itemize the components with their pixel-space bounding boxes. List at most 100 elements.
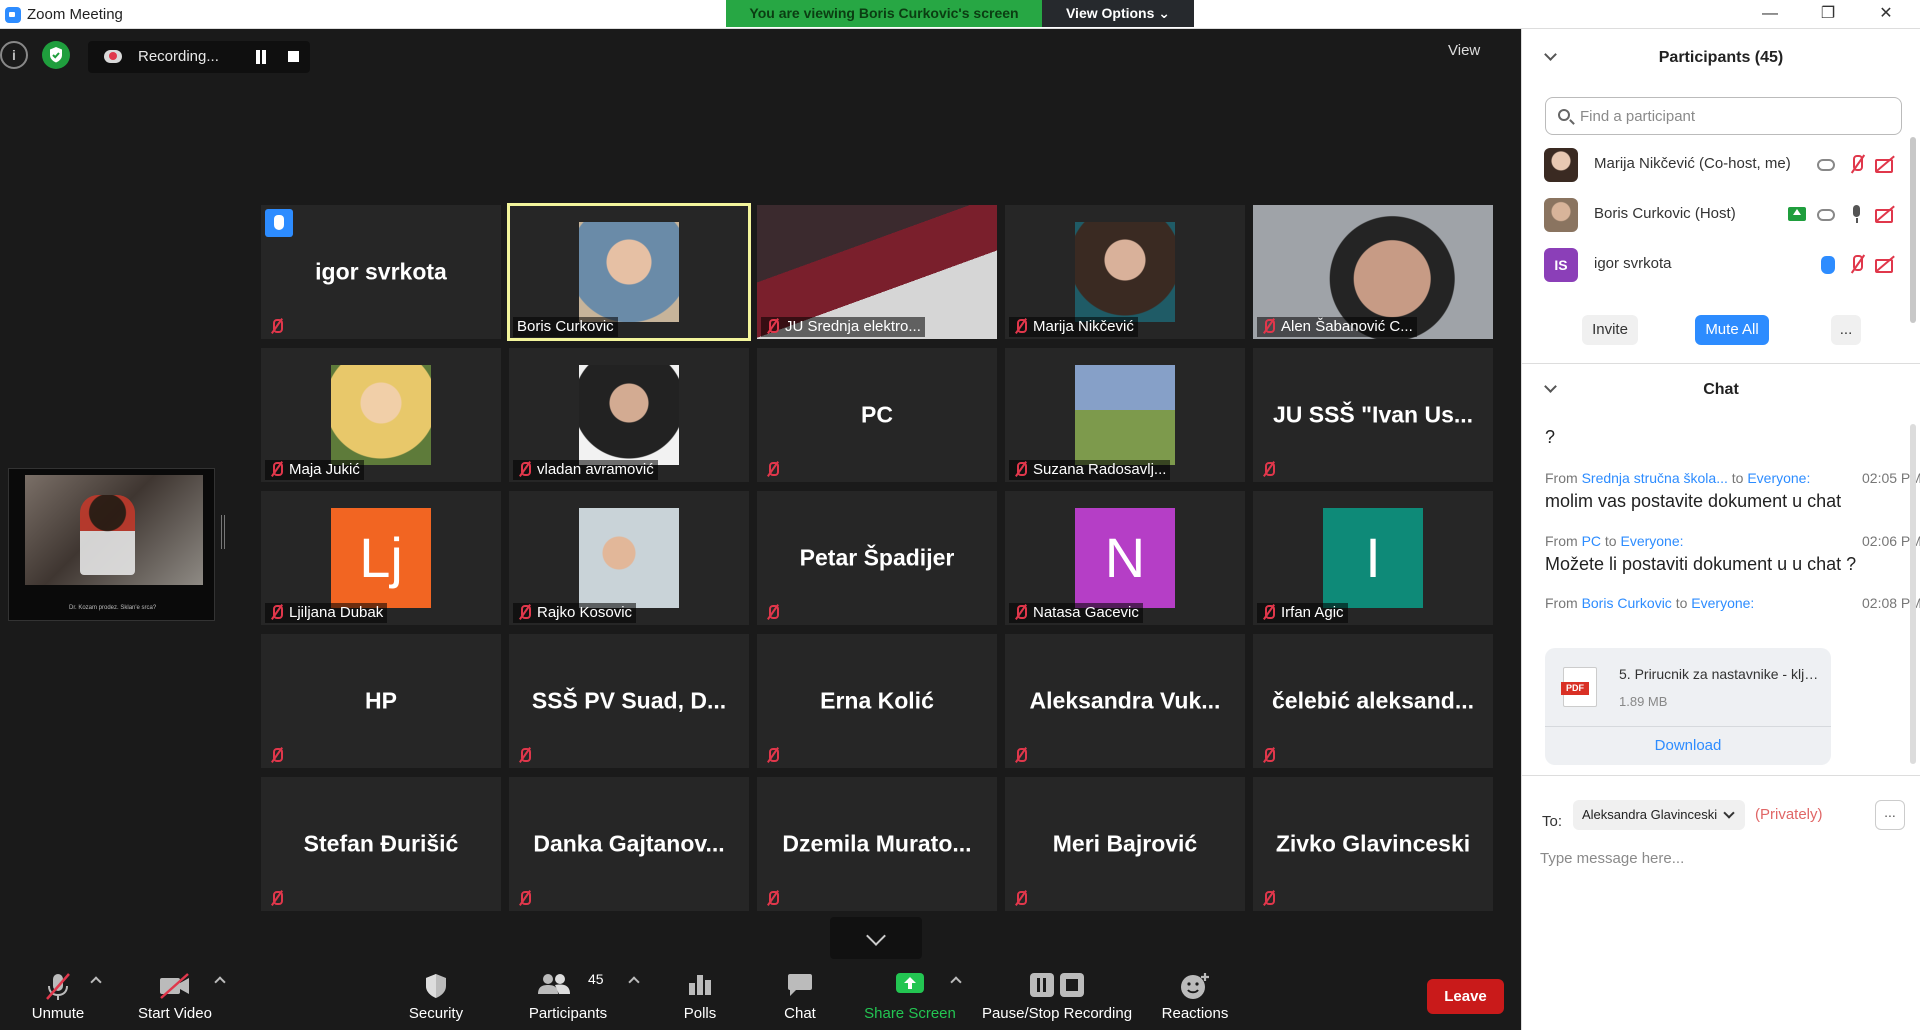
to-label: to [1731,470,1744,486]
participants-options-caret-icon[interactable] [628,976,640,988]
security-button[interactable]: Security [400,960,472,1030]
chat-button[interactable]: Chat [765,960,835,1030]
participant-search-input[interactable] [1580,106,1880,126]
close-icon[interactable]: ✕ [1857,0,1915,29]
raised-hand-icon [265,209,293,237]
minimize-icon[interactable]: — [1741,0,1799,29]
participant-row[interactable]: IS igor svrkota [1522,240,1920,290]
chat-recipient: Everyone: [1691,595,1755,611]
participant-tile[interactable]: Erna Kolić [757,634,997,768]
privately-label: (Privately) [1755,806,1823,823]
stop-recording-icon[interactable] [288,51,299,62]
info-icon[interactable]: i [0,41,28,69]
mic-muted-icon [1847,254,1867,274]
participant-tile[interactable]: Boris Curkovic [507,203,751,341]
meeting-area: i Recording... View Dr. Kozam prodez. Sk… [0,29,1721,1030]
mic-muted-icon [1013,605,1027,620]
reactions-emoji-icon [1180,972,1210,1004]
participant-tile[interactable]: I Irfan Agic [1253,491,1493,625]
participant-tile[interactable]: Maja Jukić [261,348,501,482]
pdf-file-icon: PDF [1561,667,1597,707]
participant-photo [1075,222,1175,322]
chat-label: Chat [784,1005,816,1022]
participant-tile[interactable]: HP [261,634,501,768]
restore-icon[interactable]: ❐ [1799,0,1857,29]
participant-tile-name: JU SSŠ "Ivan Us... [1272,401,1474,428]
participant-tile[interactable]: Rajko Kosovic [509,491,749,625]
pause-stop-recording-label: Pause/Stop Recording [981,1005,1133,1022]
participants-button[interactable]: 45 Participants [520,960,616,1030]
participant-tile[interactable]: Aleksandra Vuk... [1005,634,1245,768]
participant-row[interactable]: Marija Nikčević (Co-host, me) [1522,140,1920,190]
mic-muted-icon [1013,748,1027,763]
participant-tile[interactable]: Stefan Đurišić [261,777,501,911]
mic-muted-icon [765,605,779,620]
next-page-chevron-icon[interactable] [830,917,922,959]
download-link[interactable]: Download [1545,737,1831,754]
participant-tile[interactable]: JU SSŠ "Ivan Us... [1253,348,1493,482]
chat-sender[interactable]: Srednja stručna škola... [1582,470,1728,486]
zoom-logo-icon [5,7,21,23]
mic-muted-icon [765,319,779,334]
participant-photo [579,365,679,465]
participant-tile-name: Meri Bajrović [1052,830,1198,857]
participant-tile[interactable]: Petar Špadijer [757,491,997,625]
invite-button[interactable]: Invite [1582,315,1638,345]
video-off-icon [1874,254,1894,274]
share-screen-button[interactable]: Share Screen [862,960,958,1030]
shared-screen-thumbnail[interactable]: Dr. Kozam prodez. Sklan'e srca? [8,468,215,621]
participant-tile[interactable]: vladan avramović [509,348,749,482]
mute-all-button[interactable]: Mute All [1695,315,1769,345]
participant-tile[interactable]: Danka Gajtanov... [509,777,749,911]
participant-tile[interactable]: JU Srednja elektro... [757,205,997,339]
participant-tile[interactable]: N Natasa Gacevic [1005,491,1245,625]
participant-tile-name: PC [861,401,893,428]
view-options-button[interactable]: View Options ⌄ [1042,0,1194,27]
recipient-select[interactable]: Aleksandra Glavinceski [1573,800,1745,830]
chat-sender[interactable]: PC [1582,533,1601,549]
avatar: IS [1544,248,1578,282]
reactions-button[interactable]: Reactions [1155,960,1235,1030]
participant-photo [1075,365,1175,465]
chat-scrollbar[interactable] [1910,424,1916,764]
chat-more-button[interactable]: ... [1875,800,1905,830]
participant-tile[interactable]: Suzana Radosavlj... [1005,348,1245,482]
pause-recording-icon[interactable] [254,50,268,64]
encryption-shield-icon[interactable] [42,41,70,69]
share-screen-label: Share Screen [864,1005,956,1022]
participants-scrollbar[interactable] [1910,137,1916,323]
participant-tile[interactable]: Lj Ljiljana Dubak [261,491,501,625]
file-attachment-card[interactable]: PDF 5. Prirucnik za nastavnike - klju...… [1545,648,1831,765]
start-video-button[interactable]: Start Video [130,960,220,1030]
chat-sender[interactable]: Boris Curkovic [1582,595,1672,611]
polls-button[interactable]: Polls [665,960,735,1030]
participants-count: 45 [588,971,604,987]
video-off-icon [1874,154,1894,174]
participant-tile[interactable]: igor svrkota [261,205,501,339]
participant-tile[interactable]: Alen Šabanović C... [1253,205,1493,339]
splitter-handle[interactable] [221,515,225,549]
view-layout-button[interactable]: View [1448,42,1721,230]
side-panel: Participants (45) Marija Nikčević (Co-ho… [1521,29,1920,1030]
participant-tile-label: Rajko Kosovic [513,603,637,623]
zoom-app: Zoom Meeting You are viewing Boris Curko… [0,0,1920,1030]
video-off-icon [1874,204,1894,224]
leave-button[interactable]: Leave [1427,979,1504,1014]
chat-input-divider [1522,775,1920,776]
participant-tile[interactable]: Dzemila Murato... [757,777,997,911]
participant-tile[interactable]: Marija Nikčević [1005,205,1245,339]
participant-tile[interactable]: Meri Bajrović [1005,777,1245,911]
participant-tile[interactable]: čelebić aleksand... [1253,634,1493,768]
participant-name: Boris Curkovic (Host) [1594,205,1736,222]
cloud-recording-icon [104,50,122,63]
participants-more-button[interactable]: ... [1831,315,1861,345]
pause-stop-recording-button[interactable]: Pause/Stop Recording [980,960,1134,1030]
unmute-button[interactable]: Unmute [18,960,98,1030]
participant-tile[interactable]: Zivko Glavinceski [1253,777,1493,911]
polls-icon [687,972,713,1000]
participant-row[interactable]: Boris Curkovic (Host) [1522,190,1920,240]
participant-tile[interactable]: PC [757,348,997,482]
chat-message-input[interactable] [1540,846,1900,870]
participant-tile[interactable]: SSŠ PV Suad, D... [509,634,749,768]
chat-recipient: Everyone: [1747,470,1811,486]
